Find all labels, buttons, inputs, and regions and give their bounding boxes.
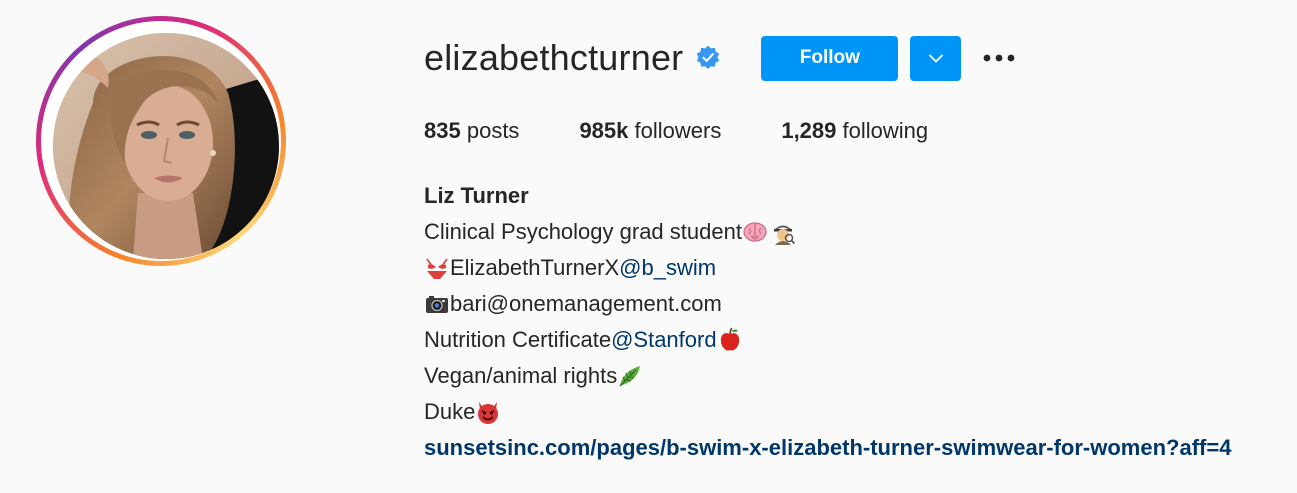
username: elizabethcturner [424,37,684,78]
followers-count: 985k [579,118,629,143]
camera-emoji-icon [424,291,450,317]
full-name: Liz Turner [424,183,529,208]
bio-line-nutrition: Nutrition Certificate @Stanford [424,322,1231,358]
profile-bio: Liz Turner Clinical Psychology grad stud… [424,178,1231,466]
avatar[interactable] [53,33,279,259]
follow-button[interactable]: Follow [761,35,899,81]
followers-label: followers [634,118,722,143]
posts-stat: 835 posts [424,116,519,146]
following-count: 1,289 [781,118,837,143]
verified-badge-icon [695,45,721,71]
leaf-emoji-icon [617,363,643,389]
b-swim-mention-link[interactable]: @b_swim [619,250,716,286]
bio-text: Clinical Psychology grad student [424,219,742,244]
bio-text: Nutrition Certificate [424,327,612,352]
bio-text: Vegan/animal rights [424,363,618,388]
bio-line-contact: bari@onemanagement.com [424,286,1231,322]
more-options-button[interactable] [983,42,1015,74]
bio-text: Duke [424,399,476,424]
bio-line-education: Clinical Psychology grad student [424,214,1231,250]
stanford-mention-link[interactable]: @Stanford [611,322,717,358]
profile-header: elizabethcturner Follow 835 posts 985k f… [0,0,1297,493]
profile-stats: 835 posts 985k followers 1,289 following [424,116,988,146]
avatar-photo [53,33,279,259]
bio-line-duke: Duke [424,394,1231,430]
bio-text: ElizabethTurnerX [450,255,620,280]
brain-emoji-icon [742,219,768,245]
avatar-border [41,21,281,261]
devil-emoji-icon [475,399,501,425]
posts-label: posts [466,118,520,143]
story-ring[interactable] [36,16,286,266]
external-website-link[interactable]: sunsetsinc.com/pages/b-swim-x-elizabeth-… [424,430,1231,466]
bio-line-brand: ElizabethTurnerX @b_swim [424,250,1231,286]
suggested-accounts-dropdown-button[interactable] [910,35,962,81]
following-label: following [842,118,929,143]
apple-emoji-icon [717,327,743,353]
bio-email: bari@onemanagement.com [450,291,722,316]
bio-line-vegan: Vegan/animal rights [424,358,1231,394]
detective-emoji-icon [770,219,796,245]
profile-title-row: elizabethcturner Follow [424,33,1015,83]
more-options-icon [983,54,1015,62]
chevron-down-icon [928,54,943,62]
followers-stat[interactable]: 985k followers [579,116,721,146]
bio-line-link: sunsetsinc.com/pages/b-swim-x-elizabeth-… [424,430,1231,466]
following-stat[interactable]: 1,289 following [781,116,928,146]
bikini-emoji-icon [424,255,450,281]
posts-count: 835 [424,118,461,143]
